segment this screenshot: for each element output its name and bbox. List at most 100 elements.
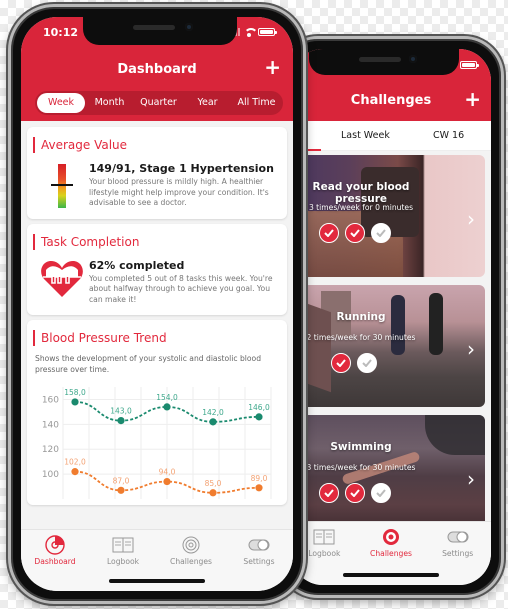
check-done-icon[interactable] bbox=[345, 483, 365, 503]
toggle-icon bbox=[447, 528, 469, 546]
tab-bar: Logbook Challenges Settings bbox=[291, 521, 491, 585]
data-label-systolic: 146,0 bbox=[248, 403, 270, 412]
tab-label: Challenges bbox=[370, 549, 412, 558]
camera bbox=[409, 55, 417, 63]
data-point-diastolic bbox=[255, 484, 263, 492]
meter-marker bbox=[51, 184, 73, 186]
check-done-icon[interactable] bbox=[331, 353, 351, 373]
data-label-diastolic: 87,0 bbox=[113, 476, 130, 485]
task-heading: 62% completed bbox=[89, 258, 185, 272]
challenge-title: Running bbox=[336, 311, 386, 323]
home-indicator[interactable] bbox=[109, 579, 205, 583]
check-done-icon[interactable] bbox=[319, 483, 339, 503]
y-tick-label: 140 bbox=[42, 420, 59, 430]
tab-label: Challenges bbox=[170, 557, 212, 566]
tab-settings[interactable]: Settings bbox=[225, 536, 293, 591]
add-challenge-button[interactable]: + bbox=[464, 89, 481, 109]
dashboard-phone: 10:12 Dashboard + Week Month Quarter Yea… bbox=[8, 4, 306, 604]
data-label-systolic: 158,0 bbox=[64, 388, 86, 397]
battery-icon bbox=[258, 28, 277, 36]
check-done-icon[interactable] bbox=[319, 223, 339, 243]
notch bbox=[309, 49, 459, 75]
check-todo-icon[interactable] bbox=[357, 353, 377, 373]
check-todo-icon[interactable] bbox=[371, 223, 391, 243]
data-point-diastolic bbox=[163, 477, 171, 486]
challenges-phone: Challenges + ek Last Week CW 16 Read you… bbox=[278, 36, 504, 598]
average-heading: 149/91, Stage 1 Hypertension bbox=[89, 162, 274, 175]
page-title: Challenges bbox=[350, 93, 432, 108]
challenge-progress bbox=[319, 483, 391, 503]
challenges-screen: Challenges + ek Last Week CW 16 Read you… bbox=[291, 49, 491, 585]
tab-cw16[interactable]: CW 16 bbox=[433, 130, 464, 141]
trend-description: Shows the development of your systolic a… bbox=[35, 354, 262, 374]
tab-dashboard[interactable]: Dashboard bbox=[21, 535, 89, 591]
bp-meter-icon bbox=[51, 164, 73, 208]
data-label-systolic: 142,0 bbox=[202, 408, 224, 417]
speaker bbox=[133, 25, 175, 30]
challenge-image bbox=[291, 155, 485, 277]
segment-quarter[interactable]: Quarter bbox=[134, 93, 183, 113]
data-label-diastolic: 94,0 bbox=[159, 468, 176, 477]
tab-label: Logbook bbox=[308, 549, 341, 558]
challenge-progress bbox=[319, 223, 391, 243]
dashboard-content: Average Value 149/91, Stage 1 Hypertensi… bbox=[21, 121, 293, 505]
y-tick-label: 160 bbox=[42, 395, 59, 405]
bp-trend-chart: 100 120 140 160 158,0 143,0 154,0 142,0 146,0 102… bbox=[35, 381, 279, 505]
tab-label: Settings bbox=[442, 549, 474, 558]
notch bbox=[83, 17, 237, 45]
camera bbox=[185, 23, 193, 31]
challenge-subtitle: 2 times/week for 30 minutes bbox=[306, 333, 416, 342]
logbook-icon bbox=[313, 528, 335, 546]
challenge-progress bbox=[331, 353, 377, 373]
challenge-subtitle: 3 times/week for 30 minutes bbox=[306, 463, 416, 472]
target-icon bbox=[380, 528, 402, 546]
week-tabs: ek Last Week CW 16 bbox=[291, 121, 491, 151]
data-label-systolic: 154,0 bbox=[156, 393, 178, 402]
toggle-icon bbox=[248, 536, 270, 554]
logbook-icon bbox=[112, 536, 134, 554]
page-title: Dashboard bbox=[117, 62, 197, 77]
chevron-right-icon[interactable]: › bbox=[467, 207, 475, 231]
check-todo-icon[interactable] bbox=[371, 483, 391, 503]
home-indicator[interactable] bbox=[343, 573, 439, 577]
challenge-card[interactable]: Swimming 3 times/week for 30 minutes › bbox=[291, 415, 485, 527]
data-point-systolic bbox=[209, 418, 217, 426]
add-entry-button[interactable]: + bbox=[264, 57, 281, 77]
check-done-icon[interactable] bbox=[345, 223, 365, 243]
challenge-card[interactable]: Running 2 times/week for 30 minutes › bbox=[291, 285, 485, 407]
challenge-title: Read your blood pressure bbox=[312, 181, 410, 205]
chevron-right-icon[interactable]: › bbox=[467, 337, 475, 361]
segment-month[interactable]: Month bbox=[85, 93, 134, 113]
data-label-diastolic: 102,0 bbox=[64, 458, 86, 467]
data-label-diastolic: 89,0 bbox=[251, 474, 268, 483]
card-title: Blood Pressure Trend bbox=[33, 330, 279, 346]
status-time: 10:12 bbox=[43, 26, 79, 39]
card-title: Task Completion bbox=[33, 233, 279, 250]
y-tick-label: 100 bbox=[42, 470, 59, 480]
segment-all-time[interactable]: All Time bbox=[232, 93, 281, 113]
tab-label: Settings bbox=[243, 557, 275, 566]
bp-trend-card[interactable]: Blood Pressure Trend Shows the developme… bbox=[27, 320, 287, 505]
data-point-diastolic bbox=[209, 489, 217, 497]
data-point-diastolic bbox=[71, 468, 79, 476]
segment-year[interactable]: Year bbox=[183, 93, 232, 113]
battery-icon bbox=[460, 61, 479, 69]
challenge-card[interactable]: Read your blood pressure 3 times/week fo… bbox=[291, 155, 485, 277]
tab-last-week[interactable]: Last Week bbox=[341, 130, 390, 141]
dashboard-icon bbox=[44, 535, 66, 555]
dashboard-screen: 10:12 Dashboard + Week Month Quarter Yea… bbox=[21, 17, 293, 591]
chevron-right-icon[interactable]: › bbox=[467, 467, 475, 491]
period-selector: Week Month Quarter Year All Time bbox=[35, 91, 283, 115]
challenge-subtitle: 3 times/week for 0 minutes bbox=[308, 203, 414, 212]
data-point-diastolic bbox=[117, 486, 125, 494]
task-completion-card[interactable]: Task Completion 62% completed You comple… bbox=[27, 223, 287, 315]
average-description: Your blood pressure is mildly high. A he… bbox=[89, 177, 269, 207]
challenge-title: Swimming bbox=[330, 441, 392, 453]
segment-week[interactable]: Week bbox=[37, 93, 85, 113]
data-point-systolic bbox=[255, 413, 263, 421]
wifi-icon bbox=[244, 28, 258, 37]
tab-label: Dashboard bbox=[34, 557, 76, 566]
task-description: You completed 5 out of 8 tasks this week… bbox=[89, 273, 273, 304]
average-value-card[interactable]: Average Value 149/91, Stage 1 Hypertensi… bbox=[27, 127, 287, 219]
challenge-image bbox=[291, 285, 485, 407]
